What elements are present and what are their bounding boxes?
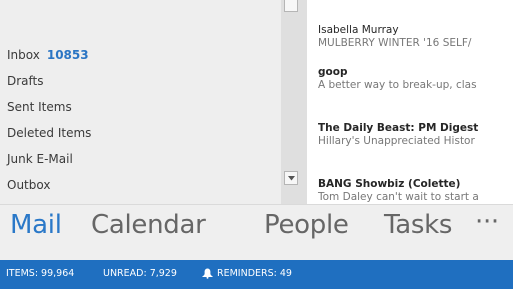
folder-outbox[interactable]: Outbox (7, 178, 50, 192)
folder-junk-email-label: Junk E-Mail (7, 152, 73, 166)
nav-mail[interactable]: Mail (10, 210, 62, 240)
message-item[interactable]: The Daily Beast: PM Digest Hillary's Una… (318, 122, 478, 148)
message-preview: Hillary's Unappreciated Histor (318, 135, 475, 147)
message-item[interactable]: BANG Showbiz (Colette) Tom Daley can't w… (318, 178, 479, 204)
scroll-down-button[interactable] (284, 171, 298, 185)
scrollbar-thumb[interactable] (284, 0, 298, 12)
folder-pane-scrollbar[interactable] (281, 0, 307, 204)
folder-deleted-items-label: Deleted Items (7, 126, 92, 140)
folder-sent-items-label: Sent Items (7, 100, 72, 114)
folder-inbox-label: Inbox (7, 48, 40, 62)
status-bar: ITEMS: 99,964 UNREAD: 7,929 REMINDERS: 4… (0, 260, 513, 289)
message-preview: Tom Daley can't wait to start a (318, 191, 479, 203)
folder-outbox-label: Outbox (7, 178, 51, 192)
message-sender: The Daily Beast: PM Digest (318, 122, 479, 134)
message-sender: Isabella Murray (318, 24, 399, 36)
nav-tasks[interactable]: Tasks (384, 210, 452, 240)
message-preview: MULBERRY WINTER '16 SELF/ (318, 37, 472, 49)
bell-icon (202, 268, 213, 279)
status-reminders-count[interactable]: REMINDERS: 49 (217, 268, 292, 279)
message-list: Isabella Murray MULBERRY WINTER '16 SELF… (307, 0, 513, 204)
nav-people[interactable]: People (264, 210, 349, 240)
message-preview: A better way to break-up, clas (318, 79, 477, 91)
message-item[interactable]: goop A better way to break-up, clas (318, 66, 477, 92)
folder-pane: Inbox 10853 Drafts Sent Items Deleted Ite… (0, 0, 281, 204)
folder-junk-email[interactable]: Junk E-Mail (7, 152, 73, 166)
message-sender: goop (318, 66, 348, 78)
more-options-icon[interactable]: ··· (475, 207, 499, 237)
message-item[interactable]: Isabella Murray MULBERRY WINTER '16 SELF… (318, 24, 471, 50)
folder-deleted-items[interactable]: Deleted Items (7, 126, 91, 140)
folder-inbox-unread-count: 10853 (46, 48, 89, 62)
chevron-down-icon (287, 175, 295, 180)
folder-sent-items[interactable]: Sent Items (7, 100, 72, 114)
folder-inbox[interactable]: Inbox 10853 (7, 48, 89, 62)
message-sender: BANG Showbiz (Colette) (318, 178, 461, 190)
nav-calendar[interactable]: Calendar (91, 210, 206, 240)
status-items-count: ITEMS: 99,964 (6, 268, 75, 279)
folder-drafts[interactable]: Drafts (7, 74, 44, 88)
status-unread-count: UNREAD: 7,929 (103, 268, 177, 279)
navigation-bar: Mail Calendar People Tasks ··· (0, 204, 513, 260)
folder-drafts-label: Drafts (7, 74, 44, 88)
